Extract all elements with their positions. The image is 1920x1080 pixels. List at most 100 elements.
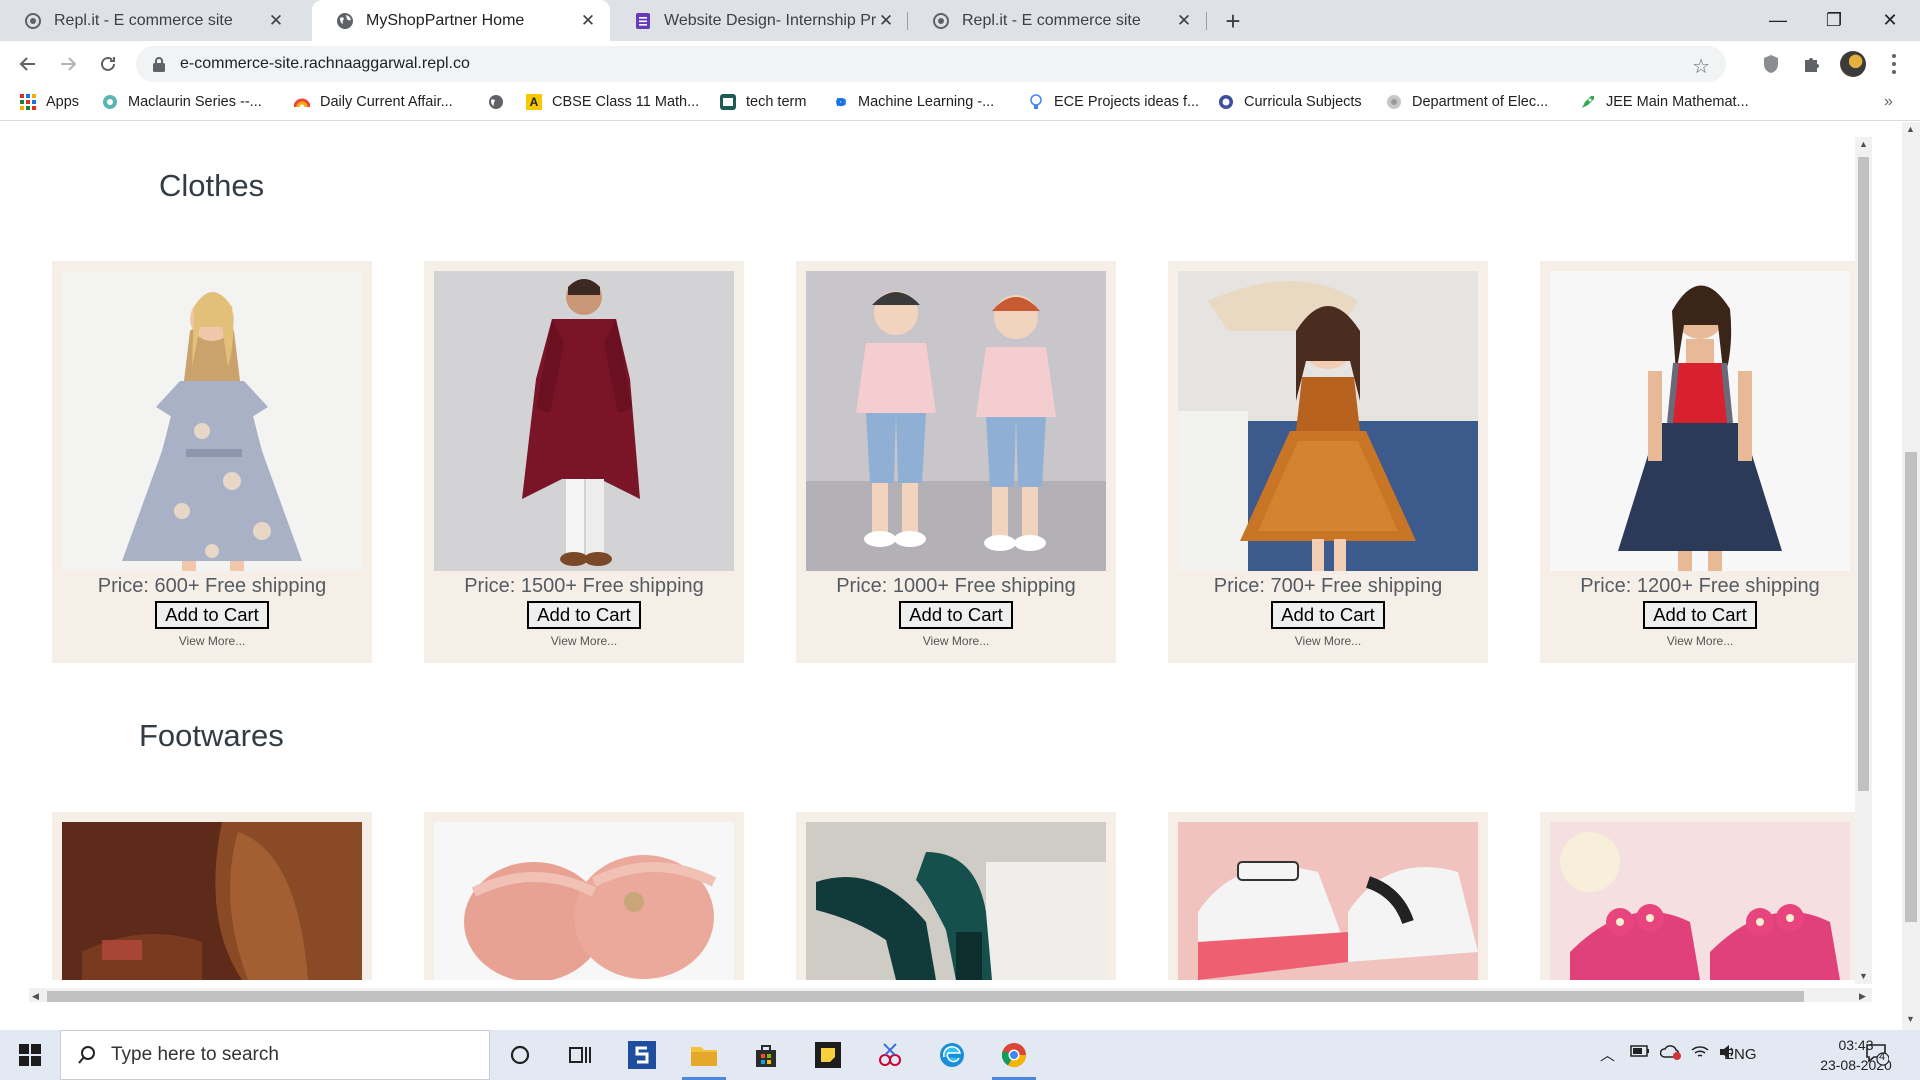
product-price: Price: 700+ Free shipping xyxy=(1213,575,1443,597)
globe-icon xyxy=(336,12,354,30)
scrollbar-thumb[interactable] xyxy=(47,991,1804,1002)
bookmark-label: Curricula Subjects xyxy=(1244,94,1362,110)
product-image-green-heels[interactable] xyxy=(806,822,1106,980)
tab-myshoppartner[interactable]: MyShopPartner Home ✕ xyxy=(312,0,610,41)
edge-browser-icon[interactable] xyxy=(924,1030,980,1080)
tab-replit-2[interactable]: Repl.it - E commerce site ✕ xyxy=(908,0,1206,41)
add-to-cart-button[interactable]: Add to Cart xyxy=(1643,601,1757,629)
scrollbar-thumb[interactable] xyxy=(1905,452,1917,922)
scroll-right-arrow-icon[interactable]: ▶ xyxy=(1859,991,1866,1002)
view-more-link[interactable]: View More... xyxy=(1168,634,1488,648)
rocket-icon xyxy=(1580,94,1596,110)
tab-separator xyxy=(1206,12,1207,30)
product-image-floral-dress[interactable] xyxy=(62,271,362,571)
product-image-maroon-kurta[interactable] xyxy=(434,271,734,571)
bookmark-curricula[interactable]: Curricula Subjects xyxy=(1218,94,1362,110)
product-image-pink-flower-shoes[interactable] xyxy=(1550,822,1850,980)
minimize-button[interactable]: — xyxy=(1750,0,1806,41)
scroll-up-arrow-icon[interactable]: ▲ xyxy=(1906,124,1915,134)
taskbar-clock[interactable]: 03:43 23-08-2020 xyxy=(1808,1035,1904,1075)
close-icon[interactable]: ✕ xyxy=(1174,11,1194,31)
action-center-icon[interactable]: 4 xyxy=(1865,1042,1890,1066)
cortana-icon[interactable] xyxy=(492,1030,548,1080)
bookmark-tech-term[interactable]: tech term xyxy=(720,94,806,110)
scroll-down-arrow-icon[interactable]: ▼ xyxy=(1906,1014,1915,1024)
task-view-icon[interactable] xyxy=(552,1030,608,1080)
onedrive-error-icon[interactable] xyxy=(1659,1044,1682,1064)
bookmark-current-affairs[interactable]: Daily Current Affair... xyxy=(294,94,453,110)
close-icon[interactable]: ✕ xyxy=(266,11,286,31)
windows-taskbar: Type here to search ︿ ENG 03:43 23-08-20… xyxy=(0,1030,1920,1080)
back-button[interactable] xyxy=(12,48,44,80)
language-indicator[interactable]: ENG xyxy=(1724,1046,1757,1063)
windows-logo-icon xyxy=(19,1044,41,1066)
product-card: Price: 1500+ Free shipping Add to Cart V… xyxy=(424,261,744,663)
product-image-denim-skirt[interactable] xyxy=(1550,271,1850,571)
close-icon[interactable]: ✕ xyxy=(578,11,598,31)
product-image-pink-knit-boots[interactable] xyxy=(434,822,734,980)
scrollbar-thumb[interactable] xyxy=(1858,157,1869,791)
bookmark-ece-projects[interactable]: ECE Projects ideas f... xyxy=(1028,94,1199,110)
view-more-link[interactable]: View More... xyxy=(796,634,1116,648)
replit-icon xyxy=(932,12,950,30)
profile-avatar[interactable] xyxy=(1840,51,1866,77)
new-tab-button[interactable]: + xyxy=(1218,6,1248,36)
bookmark-globe[interactable] xyxy=(488,94,514,110)
bookmark-department[interactable]: Department of Elec... xyxy=(1386,94,1548,110)
tab-website-design[interactable]: Website Design- Internship Proje ✕ xyxy=(610,0,908,41)
lightbulb-icon xyxy=(1028,94,1044,110)
sway-app-icon[interactable] xyxy=(614,1030,670,1080)
close-window-button[interactable]: ✕ xyxy=(1862,0,1918,41)
chrome-menu-icon[interactable] xyxy=(1886,52,1902,76)
store-icon[interactable] xyxy=(738,1030,794,1080)
start-button[interactable] xyxy=(0,1030,60,1080)
forward-button[interactable] xyxy=(52,48,84,80)
content-horizontal-scrollbar[interactable]: ◀ ▶ xyxy=(29,988,1872,1002)
scroll-left-arrow-icon[interactable]: ◀ xyxy=(32,991,39,1002)
notification-count: 4 xyxy=(1879,1051,1886,1063)
product-card xyxy=(1540,812,1860,980)
bookmarks-overflow-button[interactable]: » xyxy=(1884,93,1893,111)
scroll-down-arrow-icon[interactable]: ▼ xyxy=(1859,971,1868,981)
bookmark-machine-learning[interactable]: Machine Learning -... xyxy=(832,94,994,110)
product-image-kids-sneakers[interactable] xyxy=(1178,822,1478,980)
globe-icon xyxy=(488,94,504,110)
tab-replit-1[interactable]: Repl.it - E commerce site ✕ xyxy=(0,0,298,41)
product-image-kids-shirts[interactable] xyxy=(806,271,1106,571)
view-more-link[interactable]: View More... xyxy=(52,634,372,648)
reload-button[interactable] xyxy=(92,48,124,80)
sticky-notes-icon[interactable] xyxy=(800,1030,856,1080)
chrome-browser-icon[interactable] xyxy=(986,1030,1042,1080)
product-image-brown-loafers[interactable] xyxy=(62,822,362,980)
view-more-link[interactable]: View More... xyxy=(424,634,744,648)
product-image-orange-tulle-dress[interactable] xyxy=(1178,271,1478,571)
content-vertical-scrollbar[interactable]: ▲ ▼ xyxy=(1855,137,1872,984)
add-to-cart-button[interactable]: Add to Cart xyxy=(527,601,641,629)
bookmark-maclaurin[interactable]: Maclaurin Series --... xyxy=(102,94,262,110)
add-to-cart-button[interactable]: Add to Cart xyxy=(899,601,1013,629)
scroll-up-arrow-icon[interactable]: ▲ xyxy=(1859,139,1868,149)
bookmark-jee-main[interactable]: JEE Main Mathemat... xyxy=(1580,94,1749,110)
bookmark-label: Apps xyxy=(46,94,80,110)
puzzle-extensions-icon[interactable] xyxy=(1801,53,1823,75)
wifi-icon[interactable] xyxy=(1690,1044,1710,1064)
close-icon[interactable]: ✕ xyxy=(876,11,896,31)
add-to-cart-button[interactable]: Add to Cart xyxy=(1271,601,1385,629)
address-bar[interactable]: e-commerce-site.rachnaaggarwal.repl.co ☆ xyxy=(136,46,1726,82)
bookmark-star-icon[interactable]: ☆ xyxy=(1692,54,1710,79)
add-to-cart-button[interactable]: Add to Cart xyxy=(155,601,269,629)
bookmark-apps[interactable]: Apps xyxy=(20,94,79,110)
bookmark-cbse[interactable]: A CBSE Class 11 Math... xyxy=(526,94,699,110)
view-more-link[interactable]: View More... xyxy=(1540,634,1860,648)
page-vertical-scrollbar[interactable]: ▲ ▼ xyxy=(1902,122,1920,1030)
battery-icon[interactable] xyxy=(1630,1044,1650,1062)
maximize-button[interactable]: ❐ xyxy=(1806,0,1862,41)
shield-extension-icon[interactable] xyxy=(1760,53,1782,75)
file-explorer-icon[interactable] xyxy=(676,1030,732,1080)
show-hidden-icons-chevron[interactable]: ︿ xyxy=(1600,1044,1615,1065)
tab-title: Repl.it - E commerce site xyxy=(54,11,233,29)
globe-teal-icon xyxy=(102,94,118,110)
taskbar-search-box[interactable]: Type here to search xyxy=(60,1030,490,1080)
snip-sketch-icon[interactable] xyxy=(862,1030,918,1080)
emblem-icon xyxy=(1218,94,1234,110)
